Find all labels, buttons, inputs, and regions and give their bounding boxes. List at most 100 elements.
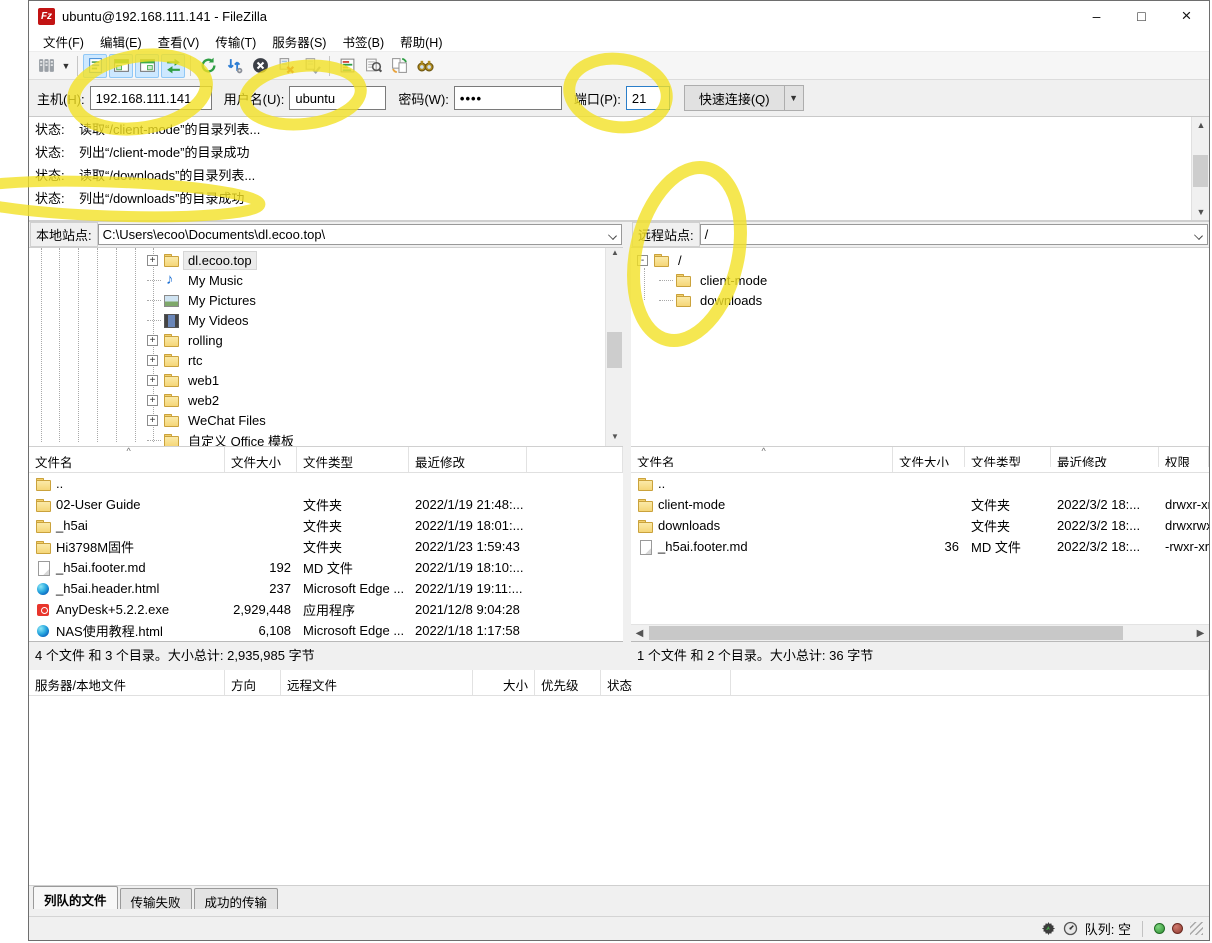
tree-item[interactable]: downloads (659, 290, 771, 310)
scroll-down-icon[interactable]: ▼ (1192, 204, 1210, 220)
column-header[interactable]: 文件大小 (893, 447, 965, 467)
host-input[interactable] (90, 86, 212, 110)
column-header[interactable]: 文件类型 (297, 447, 409, 472)
file-row[interactable]: Hi3798M固件文件夹2022/1/23 1:59:43 (29, 536, 623, 557)
tree-item[interactable]: My Videos (147, 310, 298, 330)
queue-column-header[interactable]: 服务器/本地文件 (29, 670, 225, 695)
menu-item[interactable]: 书签(B) (334, 31, 392, 52)
tree-item[interactable]: +dl.ecoo.top (147, 250, 298, 270)
column-header[interactable]: 文件大小 (225, 447, 297, 472)
tab-inactive[interactable]: 成功的传输 (194, 888, 279, 909)
file-row[interactable]: AnyDesk+5.2.2.exe2,929,448应用程序2021/12/8 … (29, 599, 623, 620)
local-path-combo[interactable]: C:\Users\ecoo\Documents\dl.ecoo.top\ (98, 224, 622, 245)
password-input[interactable] (454, 86, 562, 110)
chevron-down-icon[interactable] (1194, 231, 1203, 240)
tab-active[interactable]: 列队的文件 (33, 886, 118, 909)
port-input[interactable] (626, 86, 670, 110)
expander-icon[interactable]: + (147, 415, 158, 426)
menu-item[interactable]: 帮助(H) (392, 31, 450, 52)
tree-item[interactable]: My Music (147, 270, 298, 290)
maximize-button[interactable]: □ (1119, 1, 1164, 31)
tree-item[interactable]: +web2 (147, 390, 298, 410)
speed-limit-icon[interactable] (1063, 921, 1078, 936)
site-manager-dropdown[interactable]: ▼ (59, 54, 73, 78)
file-row[interactable]: NAS使用教程.html6,108Microsoft Edge ...2022/… (29, 620, 623, 641)
minimize-button[interactable]: – (1074, 1, 1119, 31)
column-header[interactable]: 最近修改 (1051, 447, 1159, 467)
refresh-button[interactable] (196, 54, 220, 78)
tree-item[interactable]: +web1 (147, 370, 298, 390)
cancel-button[interactable] (248, 54, 272, 78)
file-row[interactable]: _h5ai.header.html237Microsoft Edge ...20… (29, 578, 623, 599)
toggle-local-tree-button[interactable] (109, 54, 133, 78)
scrollbar-thumb[interactable] (649, 626, 1123, 640)
scroll-up-icon[interactable]: ▲ (1192, 117, 1210, 133)
column-header[interactable]: 权限 (1159, 447, 1209, 467)
file-row[interactable]: .. (29, 473, 623, 494)
local-tree-scrollbar[interactable]: ▲ ▼ (605, 248, 623, 446)
remote-path-combo[interactable]: / (700, 224, 1208, 245)
queue-column-header[interactable]: 优先级 (535, 670, 601, 695)
file-row[interactable]: _h5ai.footer.md192MD 文件2022/1/19 18:10:.… (29, 557, 623, 578)
column-header[interactable]: 最近修改 (409, 447, 527, 472)
tab-inactive[interactable]: 传输失败 (120, 888, 192, 909)
chevron-down-icon[interactable] (608, 231, 617, 240)
menu-item[interactable]: 查看(V) (150, 31, 208, 52)
queue-column-header[interactable]: 方向 (225, 670, 281, 695)
scrollbar-thumb[interactable] (1193, 155, 1208, 187)
process-queue-button[interactable] (222, 54, 246, 78)
tree-item[interactable]: +rtc (147, 350, 298, 370)
log-scrollbar[interactable]: ▲ ▼ (1191, 117, 1209, 220)
tree-item[interactable]: client-mode (659, 270, 771, 290)
quickconnect-button[interactable]: 快速连接(Q) (684, 85, 785, 111)
expander-icon[interactable]: + (147, 335, 158, 346)
site-manager-button[interactable] (34, 54, 58, 78)
file-row[interactable]: downloads文件夹2022/3/2 18:...drwxrwxrwx (631, 515, 1209, 536)
tree-item[interactable]: My Pictures (147, 290, 298, 310)
scroll-left-icon[interactable]: ◀ (631, 625, 648, 641)
tree-item[interactable]: +WeChat Files (147, 410, 298, 430)
tree-item[interactable]: 自定义 Office 模板 (147, 430, 298, 446)
toggle-remote-tree-button[interactable] (135, 54, 159, 78)
remote-horizontal-scrollbar[interactable]: ◀ ▶ (631, 624, 1209, 641)
directory-comparison-button[interactable] (335, 54, 359, 78)
file-row[interactable]: _h5ai文件夹2022/1/19 18:01:... (29, 515, 623, 536)
file-row[interactable]: _h5ai.footer.md36MD 文件2022/3/2 18:...-rw… (631, 536, 1209, 557)
column-header[interactable]: 文件名^ (29, 447, 225, 472)
menu-item[interactable]: 服务器(S) (264, 31, 334, 52)
toggle-transfer-queue-button[interactable] (161, 54, 185, 78)
disconnect-button[interactable] (274, 54, 298, 78)
reconnect-button[interactable] (300, 54, 324, 78)
tree-item[interactable]: +rolling (147, 330, 298, 350)
tree-item[interactable]: -/ (637, 250, 771, 270)
file-row[interactable]: client-mode文件夹2022/3/2 18:...drwxr-xr-x (631, 494, 1209, 515)
queue-column-header[interactable]: 远程文件 (281, 670, 473, 695)
menu-item[interactable]: 文件(F) (35, 31, 92, 52)
expander-icon[interactable]: + (147, 255, 158, 266)
column-header[interactable]: 文件名^ (631, 447, 893, 467)
synchronized-browsing-button[interactable] (387, 54, 411, 78)
file-row[interactable]: 02-User Guide文件夹2022/1/19 21:48:... (29, 494, 623, 515)
quickconnect-dropdown[interactable]: ▼ (785, 85, 804, 111)
queue-column-header[interactable]: 状态 (601, 670, 731, 695)
find-files-button[interactable] (413, 54, 437, 78)
scroll-down-icon[interactable]: ▼ (606, 432, 623, 446)
expander-icon[interactable]: + (147, 355, 158, 366)
settings-gear-icon[interactable] (1041, 921, 1056, 936)
filter-button[interactable] (361, 54, 385, 78)
file-row[interactable]: .. (631, 473, 1209, 494)
expander-icon[interactable]: + (147, 395, 158, 406)
queue-column-header[interactable]: 大小 (473, 670, 535, 695)
column-header[interactable]: 文件类型 (965, 447, 1051, 467)
scrollbar-thumb[interactable] (607, 332, 622, 368)
menu-item[interactable]: 传输(T) (207, 31, 264, 52)
username-input[interactable] (289, 86, 386, 110)
expander-icon[interactable]: + (147, 375, 158, 386)
pane-splitter[interactable] (623, 222, 631, 667)
toggle-message-log-button[interactable] (83, 54, 107, 78)
expander-icon[interactable]: - (637, 255, 648, 266)
resize-grip[interactable] (1190, 922, 1203, 935)
close-button[interactable]: × (1164, 1, 1209, 31)
menu-item[interactable]: 编辑(E) (92, 31, 150, 52)
scroll-right-icon[interactable]: ▶ (1192, 625, 1209, 641)
